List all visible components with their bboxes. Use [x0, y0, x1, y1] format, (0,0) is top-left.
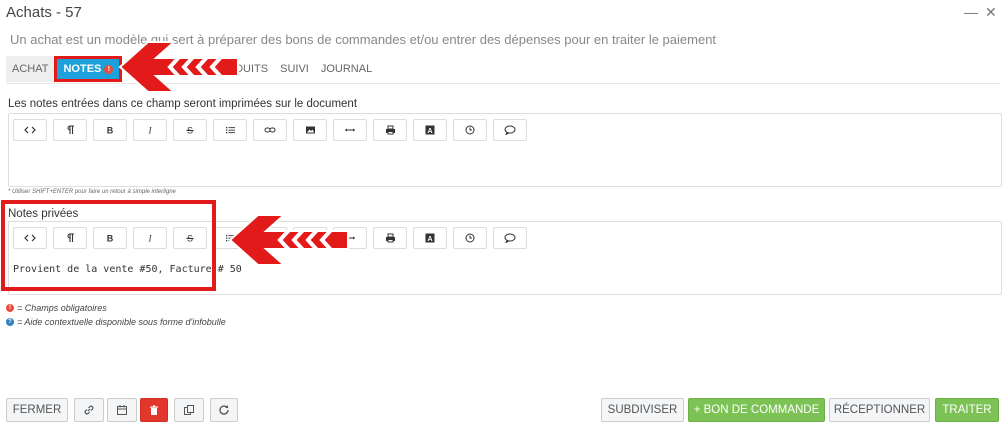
window-title: Achats - 57 [6, 4, 82, 21]
tab-label: NOTES [63, 63, 102, 75]
comment-button[interactable] [493, 227, 527, 249]
tab-label: SUIVI [280, 63, 309, 75]
receive-button[interactable]: RÉCEPTIONNER [829, 398, 930, 422]
horizontal-rule-icon [344, 125, 356, 135]
subdivide-button-label: SUBDIVISER [607, 404, 678, 416]
duplicate-button[interactable] [174, 398, 204, 422]
delete-button[interactable] [140, 398, 168, 422]
image-icon [305, 125, 316, 135]
text-box-button[interactable]: A [413, 119, 447, 141]
editor-toolbar: BISA [13, 119, 527, 141]
public-notes-editor[interactable]: BISA [8, 113, 1002, 187]
receive-button-label: RÉCEPTIONNER [833, 404, 926, 416]
tab-produits[interactable]: PRODUITS [205, 56, 274, 82]
public-notes-label: Les notes entrées dans ce champ seront i… [8, 98, 358, 110]
calendar-icon [117, 405, 127, 415]
close-icon[interactable]: ✕ [985, 4, 997, 21]
paragraph-button[interactable] [53, 119, 87, 141]
page-description: Un achat est un modèle qui sert à prépar… [10, 32, 717, 47]
highlight-box [1, 200, 216, 291]
list-icon [225, 233, 236, 243]
link-button[interactable] [74, 398, 104, 422]
legend-help-text: = Aide contextuelle disponible sous form… [17, 317, 226, 327]
link-button[interactable] [253, 119, 287, 141]
clock-button[interactable] [453, 119, 487, 141]
text-box-icon: A [425, 125, 435, 135]
text-box-button[interactable]: A [413, 227, 447, 249]
tab-label: PRODUITS [211, 63, 269, 75]
image-button[interactable] [293, 227, 327, 249]
legend-help: ? = Aide contextuelle disponible sous fo… [6, 317, 226, 327]
process-button-label: TRAITER [942, 404, 992, 416]
horizontal-rule-icon [344, 233, 356, 243]
trash-icon [150, 405, 158, 415]
subdivide-button[interactable]: SUBDIVISER [601, 398, 684, 422]
close-button-label: FERMER [12, 404, 62, 416]
comment-icon [504, 125, 516, 135]
tab-journal[interactable]: JOURNAL [315, 56, 378, 82]
editor-hint: * Utiliser SHIFT+ENTER pour faire un ret… [8, 189, 176, 195]
process-button[interactable]: TRAITER [935, 398, 999, 422]
code-button[interactable] [13, 119, 47, 141]
link-button[interactable] [253, 227, 287, 249]
tab-documents[interactable]: DOCUMENTS [122, 56, 205, 82]
italic-button[interactable]: I [133, 119, 167, 141]
copy-icon [184, 405, 194, 415]
question-icon: ? [6, 318, 14, 326]
print-button[interactable] [373, 227, 407, 249]
purchase-order-button-label: + BON DE COMMANDE [693, 404, 820, 416]
refresh-icon [219, 405, 229, 415]
horizontal-rule-button[interactable] [333, 227, 367, 249]
required-badge-icon: ! [104, 64, 114, 74]
list-button[interactable] [213, 227, 247, 249]
print-icon [385, 125, 396, 135]
italic-icon: I [145, 125, 155, 136]
link-icon [84, 405, 94, 415]
tab-label: ACHAT [12, 63, 49, 75]
legend-required: ! = Champs obligatoires [6, 303, 107, 313]
horizontal-rule-button[interactable] [333, 119, 367, 141]
list-icon [225, 125, 236, 135]
tab-divider [6, 83, 1000, 84]
legend-required-text: = Champs obligatoires [17, 303, 107, 313]
svg-text:A: A [427, 128, 432, 135]
tab-label: DOCUMENTS [128, 63, 200, 75]
link-icon [264, 125, 276, 135]
print-button[interactable] [373, 119, 407, 141]
exclamation-icon: ! [6, 304, 14, 312]
image-button[interactable] [293, 119, 327, 141]
clock-button[interactable] [453, 227, 487, 249]
tab-achat[interactable]: ACHAT [6, 56, 55, 82]
code-icon [24, 125, 36, 135]
calendar-button[interactable] [107, 398, 137, 422]
tab-label: JOURNAL [320, 63, 373, 75]
tab-bar: ACHAT NOTES! DOCUMENTS PRODUITS SUIVI JO… [6, 56, 378, 82]
svg-text:I: I [148, 126, 153, 136]
image-icon [305, 233, 316, 243]
purchase-order-button[interactable]: + BON DE COMMANDE [688, 398, 825, 422]
comment-icon [504, 233, 516, 243]
tab-notes[interactable]: NOTES! [54, 56, 123, 82]
list-button[interactable] [213, 119, 247, 141]
svg-text:A: A [427, 236, 432, 243]
clock-icon [465, 233, 475, 243]
bold-icon: B [105, 125, 115, 136]
refresh-button[interactable] [210, 398, 238, 422]
print-icon [385, 233, 396, 243]
tab-suivi[interactable]: SUIVI [274, 56, 315, 82]
strikethrough-icon: S [185, 125, 195, 135]
close-button[interactable]: FERMER [6, 398, 68, 422]
clock-icon [465, 125, 475, 135]
svg-text:B: B [107, 126, 114, 136]
paragraph-icon [65, 125, 75, 135]
link-icon [264, 233, 276, 243]
text-box-icon: A [425, 233, 435, 243]
bold-button[interactable]: B [93, 119, 127, 141]
strikethrough-button[interactable]: S [173, 119, 207, 141]
minimize-icon[interactable]: — [964, 4, 978, 20]
comment-button[interactable] [493, 119, 527, 141]
